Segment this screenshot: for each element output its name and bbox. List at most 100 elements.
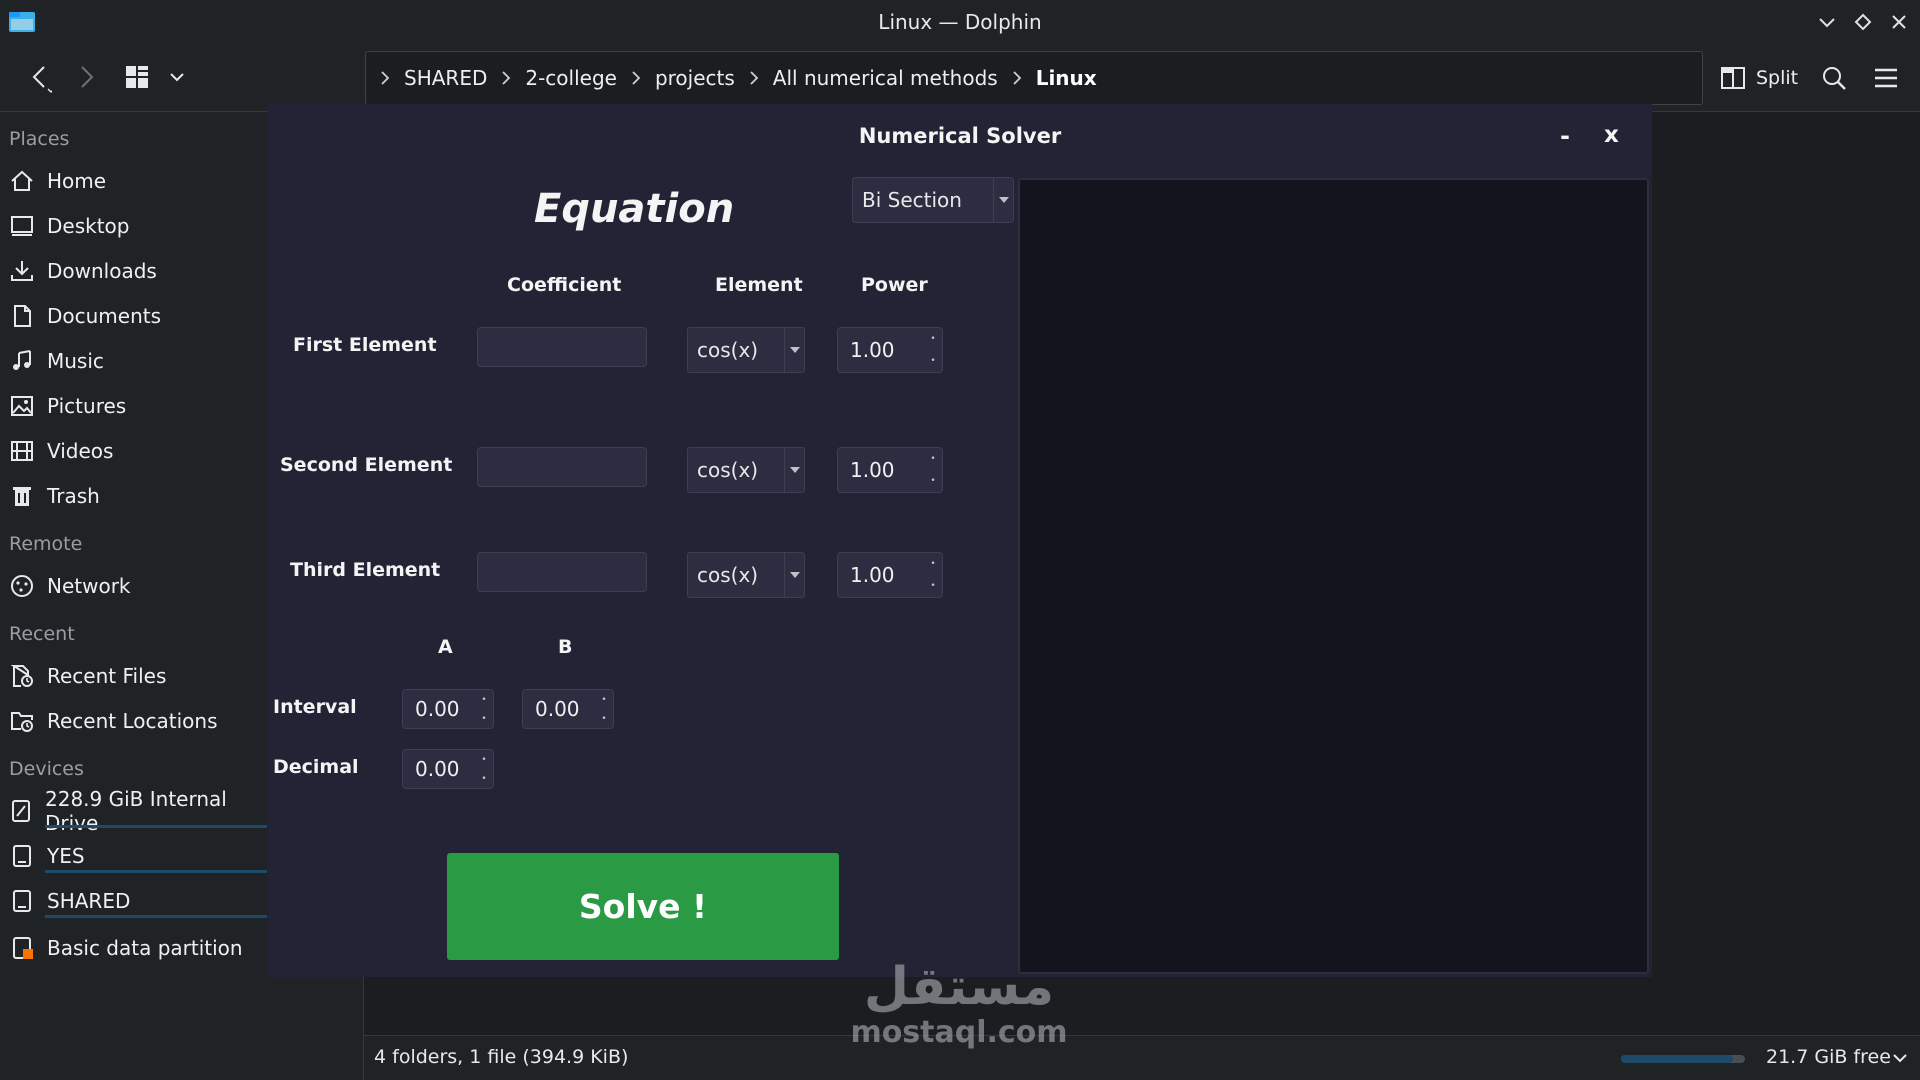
- places-heading: Places: [9, 128, 70, 150]
- dropdown-arrow-icon: [784, 553, 804, 597]
- breadcrumb-item[interactable]: All numerical methods: [773, 66, 998, 90]
- recent-locations-icon: [9, 708, 35, 734]
- back-button[interactable]: [20, 58, 60, 98]
- spin-arrows-icon[interactable]: • •: [475, 690, 493, 728]
- minimize-window-button[interactable]: [1812, 8, 1842, 36]
- sidebar-item-label: Recent Files: [47, 664, 167, 688]
- sidebar-item-downloads[interactable]: Downloads: [9, 253, 267, 289]
- breadcrumb[interactable]: SHARED 2-college projects All numerical …: [365, 51, 1703, 105]
- sidebar-item-documents[interactable]: Documents: [9, 298, 267, 334]
- sidebar-item-shared[interactable]: SHARED: [9, 883, 267, 919]
- sidebar-item-pictures[interactable]: Pictures: [9, 388, 267, 424]
- spinbox-value: 1.00: [850, 458, 895, 482]
- third-element-select[interactable]: cos(x): [687, 552, 805, 598]
- chevron-right-icon: [501, 70, 511, 86]
- chevron-down-icon[interactable]: [1892, 1053, 1908, 1063]
- breadcrumb-current[interactable]: Linux: [1036, 66, 1097, 90]
- sidebar-item-videos[interactable]: Videos: [9, 433, 267, 469]
- status-bar: 4 folders, 1 file (394.9 KiB) 21.7 GiB f…: [363, 1035, 1920, 1080]
- equation-heading: Equation: [534, 186, 735, 232]
- breadcrumb-item[interactable]: SHARED: [404, 66, 487, 90]
- close-window-button[interactable]: [1884, 8, 1914, 36]
- first-element-select[interactable]: cos(x): [687, 327, 805, 373]
- output-panel[interactable]: [1018, 178, 1649, 974]
- search-icon[interactable]: [1816, 60, 1852, 96]
- element-value: cos(x): [697, 338, 759, 362]
- chevron-right-icon: [749, 70, 759, 86]
- power-header: Power: [861, 274, 928, 296]
- places-panel: Places Home Desktop Downloads Documents …: [0, 112, 268, 1080]
- first-coefficient-input[interactable]: [477, 327, 647, 367]
- view-mode-dropdown-icon[interactable]: [164, 64, 190, 90]
- trash-icon: [9, 483, 35, 509]
- hard-drive-icon: [9, 798, 33, 824]
- interval-b-header: B: [558, 636, 573, 658]
- sidebar-item-network[interactable]: Network: [9, 568, 267, 604]
- desktop-icon: [9, 213, 35, 239]
- sidebar-item-yes[interactable]: YES: [9, 838, 267, 874]
- decimal-spinbox[interactable]: 0.00 • •: [402, 749, 494, 789]
- third-power-spinbox[interactable]: 1.00 • •: [837, 552, 943, 598]
- remote-heading: Remote: [9, 533, 83, 555]
- element-header: Element: [715, 274, 803, 296]
- third-coefficient-input[interactable]: [477, 552, 647, 592]
- split-button[interactable]: Split: [1720, 56, 1798, 100]
- spinbox-value: 1.00: [850, 563, 895, 587]
- dialog-close-button[interactable]: x: [1604, 122, 1619, 148]
- capacity-bar: [45, 870, 267, 873]
- sidebar-item-home[interactable]: Home: [9, 163, 267, 199]
- spin-arrows-icon[interactable]: • •: [595, 690, 613, 728]
- breadcrumb-item[interactable]: 2-college: [525, 66, 617, 90]
- sidebar-item-label: Network: [47, 574, 131, 598]
- dialog-minimize-button[interactable]: -: [1560, 122, 1570, 150]
- sidebar-item-label: Desktop: [47, 214, 130, 238]
- second-element-select[interactable]: cos(x): [687, 447, 805, 493]
- decimal-label: Decimal: [273, 756, 359, 778]
- solve-button[interactable]: Solve !: [447, 853, 839, 960]
- interval-a-spinbox[interactable]: 0.00 • •: [402, 689, 494, 729]
- window-title: Linux — Dolphin: [878, 10, 1042, 34]
- sidebar-item-music[interactable]: Music: [9, 343, 267, 379]
- spin-arrows-icon[interactable]: • •: [475, 750, 493, 788]
- recent-files-icon: [9, 663, 35, 689]
- free-space-label[interactable]: 21.7 GiB free: [1766, 1046, 1891, 1068]
- method-value: Bi Section: [862, 188, 962, 212]
- spin-arrows-icon[interactable]: • •: [924, 328, 942, 372]
- sidebar-item-recent-files[interactable]: Recent Files: [9, 658, 267, 694]
- second-coefficient-input[interactable]: [477, 447, 647, 487]
- sidebar-item-internal-drive[interactable]: 228.9 GiB Internal Drive: [9, 787, 267, 835]
- spinbox-value: 1.00: [850, 338, 895, 362]
- third-element-label: Third Element: [290, 559, 441, 581]
- maximize-window-button[interactable]: [1848, 8, 1878, 36]
- forward-button[interactable]: [66, 58, 106, 98]
- sidebar-item-label: Home: [47, 169, 107, 193]
- spin-arrows-icon[interactable]: • •: [924, 553, 942, 597]
- element-value: cos(x): [697, 458, 759, 482]
- drive-icon: [9, 888, 35, 914]
- second-power-spinbox[interactable]: 1.00 • •: [837, 447, 943, 493]
- watermark-arabic: مستقل: [863, 957, 1055, 1017]
- status-summary: 4 folders, 1 file (394.9 KiB): [374, 1046, 629, 1068]
- dialog-title: Numerical Solver: [858, 124, 1062, 148]
- sidebar-item-desktop[interactable]: Desktop: [9, 208, 267, 244]
- free-space-bar: [1621, 1055, 1745, 1063]
- view-mode-icon[interactable]: [120, 60, 154, 94]
- spin-arrows-icon[interactable]: • •: [924, 448, 942, 492]
- sidebar-item-label: Trash: [47, 484, 100, 508]
- hamburger-menu-icon[interactable]: [1868, 60, 1904, 96]
- interval-b-spinbox[interactable]: 0.00 • •: [522, 689, 614, 729]
- sidebar-item-basic-data-partition[interactable]: Basic data partition: [9, 930, 267, 966]
- breadcrumb-item[interactable]: projects: [655, 66, 735, 90]
- sidebar-item-recent-locations[interactable]: Recent Locations: [9, 703, 267, 739]
- dropdown-arrow-icon: [993, 178, 1013, 222]
- network-icon: [9, 573, 35, 599]
- sidebar-item-label: SHARED: [47, 889, 131, 913]
- split-label: Split: [1756, 67, 1799, 89]
- method-select[interactable]: Bi Section: [852, 177, 1014, 223]
- interval-label: Interval: [273, 696, 357, 718]
- split-view-icon: [1720, 66, 1746, 90]
- sidebar-item-trash[interactable]: Trash: [9, 478, 267, 514]
- document-icon: [9, 303, 35, 329]
- sidebar-item-label: Downloads: [47, 259, 157, 283]
- first-power-spinbox[interactable]: 1.00 • •: [837, 327, 943, 373]
